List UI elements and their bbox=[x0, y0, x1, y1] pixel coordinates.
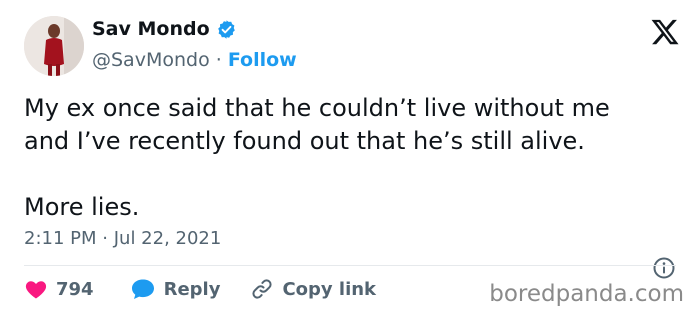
author-name-row[interactable]: Sav Mondo bbox=[92, 18, 237, 40]
x-logo-icon[interactable] bbox=[650, 17, 680, 47]
reply-button[interactable]: Reply bbox=[130, 277, 221, 301]
copy-link-button[interactable]: Copy link bbox=[250, 277, 376, 301]
tweet-text: My ex once said that he couldn’t live wi… bbox=[24, 94, 610, 221]
handle-separator: · bbox=[215, 49, 222, 71]
heart-icon bbox=[25, 281, 47, 299]
like-count: 794 bbox=[56, 278, 94, 300]
tweet-time[interactable]: 2:11 PM bbox=[24, 228, 97, 249]
verified-badge-icon bbox=[217, 19, 235, 39]
timestamp-separator: · bbox=[102, 228, 108, 249]
author-name[interactable]: Sav Mondo bbox=[92, 18, 210, 40]
author-handle[interactable]: @SavMondo bbox=[92, 49, 210, 71]
reply-bubble-icon bbox=[131, 279, 154, 299]
watermark: boredpanda.com bbox=[489, 281, 684, 307]
reply-label: Reply bbox=[163, 278, 221, 300]
follow-button[interactable]: Follow bbox=[228, 49, 297, 71]
avatar[interactable] bbox=[24, 16, 84, 76]
tweet-timestamp[interactable]: 2:11 PM · Jul 22, 2021 bbox=[24, 228, 221, 249]
copy-link-label: Copy link bbox=[282, 278, 377, 300]
tweet-date[interactable]: Jul 22, 2021 bbox=[114, 228, 222, 249]
avatar-image bbox=[24, 16, 84, 76]
divider bbox=[24, 265, 676, 266]
handle-row: @SavMondo · Follow bbox=[92, 49, 297, 71]
action-bar: 794 Reply Copy link bbox=[24, 277, 376, 301]
info-icon[interactable] bbox=[652, 256, 676, 280]
link-icon bbox=[252, 279, 272, 299]
like-button[interactable]: 794 bbox=[24, 277, 94, 301]
